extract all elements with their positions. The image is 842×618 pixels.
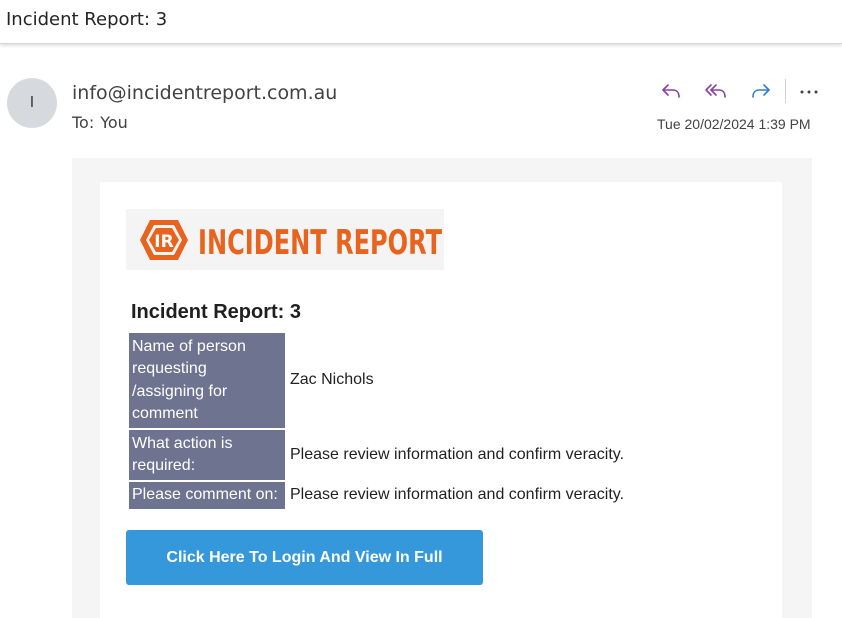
report-table: Name of person requesting /assigning for… xyxy=(127,331,629,511)
reply-icon xyxy=(660,81,682,101)
reply-all-icon xyxy=(704,81,728,101)
table-row: What action is required: Please review i… xyxy=(129,430,627,480)
row-label: Please comment on: xyxy=(129,482,285,509)
message-timestamp: Tue 20/02/2024 1:39 PM xyxy=(657,116,811,132)
reply-all-button[interactable] xyxy=(701,76,731,106)
svg-text:INCIDENT REPORT: INCIDENT REPORT xyxy=(198,223,443,263)
message-actions xyxy=(656,76,824,106)
row-value: Please review information and confirm ve… xyxy=(290,445,625,463)
message-body: IR INCIDENT REPORT Incident Report: 3 Na… xyxy=(72,158,812,618)
incident-report-logo: IR INCIDENT REPORT xyxy=(126,209,444,270)
report-title: Incident Report: 3 xyxy=(131,301,302,323)
more-actions-button[interactable] xyxy=(794,76,824,106)
login-view-button[interactable]: Click Here To Login And View In Full xyxy=(126,530,483,585)
row-label: What action is required: xyxy=(129,430,285,480)
more-icon xyxy=(799,82,819,100)
table-row: Name of person requesting /assigning for… xyxy=(129,333,627,428)
recipient-line: To: You xyxy=(72,113,128,132)
recipient-name[interactable]: You xyxy=(100,113,128,132)
reply-button[interactable] xyxy=(656,76,686,106)
row-value: Zac Nichols xyxy=(290,371,374,389)
to-label: To: xyxy=(72,113,95,132)
row-label: Name of person requesting /assigning for… xyxy=(129,333,285,428)
forward-button[interactable] xyxy=(746,76,776,106)
sender-address[interactable]: info@incidentreport.com.au xyxy=(72,82,337,104)
row-value: Please review information and confirm ve… xyxy=(290,486,625,504)
actions-divider xyxy=(785,79,786,103)
svg-text:IR: IR xyxy=(154,232,173,252)
avatar-initial: I xyxy=(29,94,35,111)
table-row: Please comment on: Please review informa… xyxy=(129,482,627,509)
avatar[interactable]: I xyxy=(7,78,57,128)
message-card: IR INCIDENT REPORT Incident Report: 3 Na… xyxy=(100,182,782,618)
forward-icon xyxy=(750,81,772,101)
subject-title: Incident Report: 3 xyxy=(6,9,168,30)
subject-bar: Incident Report: 3 xyxy=(0,0,842,44)
